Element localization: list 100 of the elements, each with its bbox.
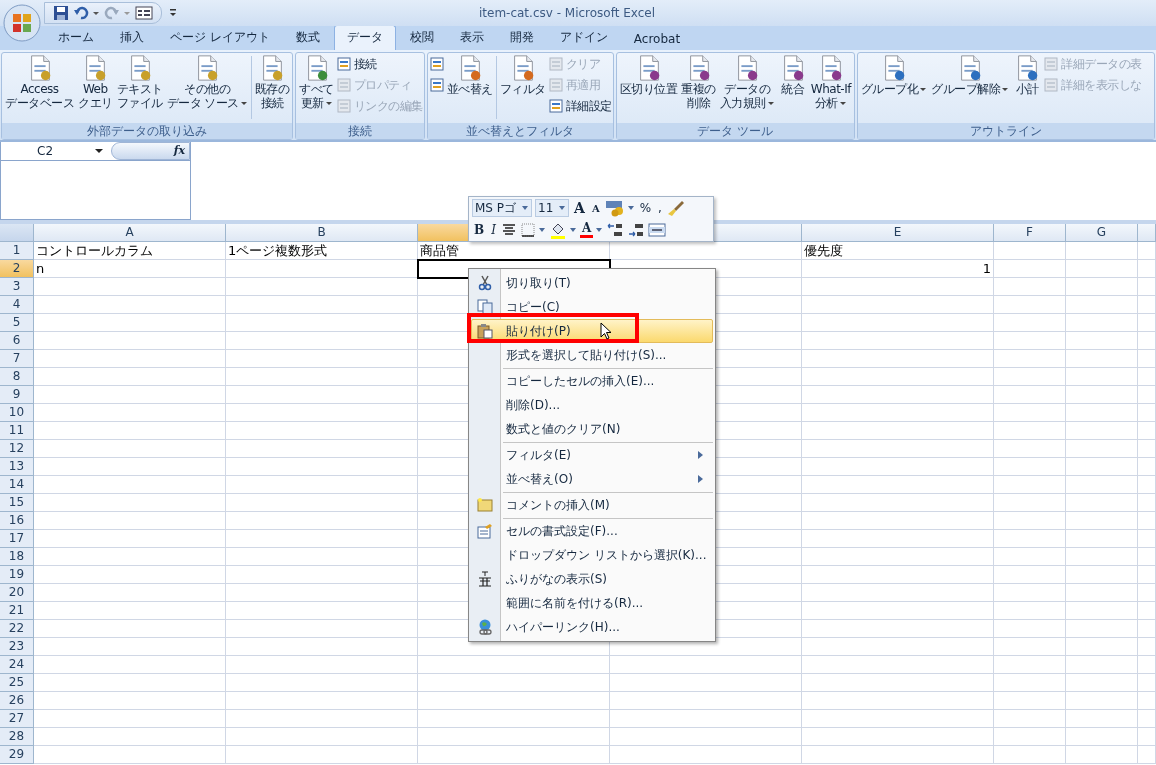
ribbon-button[interactable]: フィルタ — [497, 54, 548, 96]
spreadsheet-cell[interactable] — [994, 404, 1066, 422]
spreadsheet-cell[interactable] — [226, 692, 418, 710]
row-header[interactable]: 23 — [0, 638, 34, 656]
spreadsheet-cell[interactable] — [226, 404, 418, 422]
menu-item[interactable]: セルの書式設定(F)... — [471, 519, 713, 543]
ribbon-button[interactable]: データの 入力規則 — [717, 54, 777, 110]
spreadsheet-cell[interactable] — [610, 728, 802, 746]
format-button[interactable]: , — [656, 201, 664, 215]
spreadsheet-cell[interactable] — [226, 296, 418, 314]
spreadsheet-cell[interactable] — [418, 692, 610, 710]
menu-item[interactable]: ふりがなの表示(S) — [471, 567, 713, 591]
spreadsheet-cell[interactable] — [34, 638, 226, 656]
row-header[interactable]: 13 — [0, 458, 34, 476]
spreadsheet-cell[interactable] — [610, 710, 802, 728]
spreadsheet-cell[interactable] — [34, 314, 226, 332]
spreadsheet-cell[interactable] — [1138, 710, 1156, 728]
row-header[interactable]: 12 — [0, 440, 34, 458]
spreadsheet-cell[interactable] — [1066, 638, 1138, 656]
row-header[interactable]: 4 — [0, 296, 34, 314]
ribbon-button[interactable]: すべて 更新 — [297, 54, 336, 110]
italic-button[interactable]: I — [489, 223, 498, 237]
spreadsheet-cell[interactable] — [610, 674, 802, 692]
spreadsheet-cell[interactable] — [802, 656, 994, 674]
spreadsheet-cell[interactable] — [34, 278, 226, 296]
spreadsheet-cell[interactable] — [1138, 638, 1156, 656]
ribbon-tab[interactable]: ページ レイアウト — [158, 26, 282, 50]
ribbon-button[interactable]: その他の データ ソース — [164, 54, 250, 110]
spreadsheet-cell[interactable] — [802, 530, 994, 548]
spreadsheet-cell[interactable]: 優先度 — [802, 242, 994, 260]
spreadsheet-cell[interactable] — [1138, 422, 1156, 440]
spreadsheet-cell[interactable] — [226, 566, 418, 584]
spreadsheet-cell[interactable] — [802, 296, 994, 314]
row-header[interactable]: 14 — [0, 476, 34, 494]
ribbon-tab[interactable]: 表示 — [447, 26, 496, 50]
row-header[interactable]: 27 — [0, 710, 34, 728]
spreadsheet-cell[interactable] — [1066, 512, 1138, 530]
grow-font-button[interactable]: A — [572, 200, 587, 216]
align-center-icon[interactable] — [500, 222, 517, 238]
spreadsheet-cell[interactable] — [802, 386, 994, 404]
spreadsheet-cell[interactable] — [802, 458, 994, 476]
spreadsheet-cell[interactable] — [418, 728, 610, 746]
spreadsheet-cell[interactable] — [994, 458, 1066, 476]
spreadsheet-cell[interactable] — [226, 548, 418, 566]
spreadsheet-cell[interactable] — [802, 350, 994, 368]
bold-button[interactable]: B — [472, 223, 487, 237]
spreadsheet-cell[interactable] — [994, 350, 1066, 368]
spreadsheet-cell[interactable] — [1138, 512, 1156, 530]
spreadsheet-cell[interactable] — [802, 278, 994, 296]
menu-item[interactable]: 範囲に名前を付ける(R)... — [471, 591, 713, 615]
decimal-arrow-icon[interactable] — [627, 222, 646, 238]
spreadsheet-cell[interactable] — [802, 404, 994, 422]
spreadsheet-cell[interactable] — [1066, 728, 1138, 746]
spreadsheet-cell[interactable] — [994, 332, 1066, 350]
spreadsheet-cell[interactable] — [1138, 296, 1156, 314]
spreadsheet-cell[interactable] — [994, 278, 1066, 296]
spreadsheet-cell[interactable] — [994, 260, 1066, 278]
spreadsheet-cell[interactable] — [994, 638, 1066, 656]
spreadsheet-cell[interactable] — [802, 314, 994, 332]
ribbon-button[interactable]: Web クエリ — [76, 54, 115, 110]
menu-item[interactable]: コピー(C) — [471, 295, 713, 319]
spreadsheet-cell[interactable] — [610, 746, 802, 764]
spreadsheet-cell[interactable] — [1138, 458, 1156, 476]
ribbon-tab[interactable]: 開発 — [497, 26, 546, 50]
ribbon-button[interactable]: What-If 分析 — [808, 54, 853, 110]
ribbon-button[interactable]: Access データベース — [3, 54, 76, 110]
paint-bucket-icon[interactable] — [548, 221, 567, 239]
row-header[interactable]: 20 — [0, 584, 34, 602]
spreadsheet-cell[interactable] — [34, 746, 226, 764]
column-header[interactable] — [1138, 224, 1156, 242]
spreadsheet-cell[interactable] — [1138, 332, 1156, 350]
spreadsheet-cell[interactable] — [802, 674, 994, 692]
spreadsheet-cell[interactable] — [1066, 332, 1138, 350]
spreadsheet-cell[interactable] — [802, 512, 994, 530]
spreadsheet-cell[interactable] — [802, 440, 994, 458]
spreadsheet-cell[interactable] — [34, 692, 226, 710]
row-header[interactable]: 17 — [0, 530, 34, 548]
name-box[interactable]: C2 — [1, 142, 111, 160]
spreadsheet-cell[interactable] — [226, 476, 418, 494]
row-header[interactable]: 10 — [0, 404, 34, 422]
ribbon-button[interactable]: 区切り位置 — [617, 54, 680, 96]
font-name-field[interactable]: MS Pゴ — [472, 199, 532, 217]
coins-icon[interactable] — [604, 199, 625, 217]
spreadsheet-cell[interactable] — [994, 674, 1066, 692]
menu-item[interactable]: コピーしたセルの挿入(E)... — [471, 369, 713, 393]
row-header[interactable]: 25 — [0, 674, 34, 692]
caret-icon[interactable] — [569, 227, 577, 233]
spreadsheet-cell[interactable] — [1066, 440, 1138, 458]
column-header[interactable]: A — [34, 224, 226, 242]
spreadsheet-cell[interactable] — [994, 710, 1066, 728]
merge-cells-icon[interactable] — [648, 222, 667, 238]
spreadsheet-cell[interactable] — [1066, 368, 1138, 386]
spreadsheet-cell[interactable] — [1138, 350, 1156, 368]
spreadsheet-cell[interactable] — [418, 710, 610, 728]
ribbon-tab[interactable]: 校閲 — [397, 26, 446, 50]
spreadsheet-cell[interactable] — [34, 476, 226, 494]
spreadsheet-cell[interactable] — [226, 458, 418, 476]
spreadsheet-cell[interactable] — [802, 710, 994, 728]
spreadsheet-cell[interactable] — [1066, 710, 1138, 728]
insert-function-button[interactable]: fx — [111, 142, 190, 160]
